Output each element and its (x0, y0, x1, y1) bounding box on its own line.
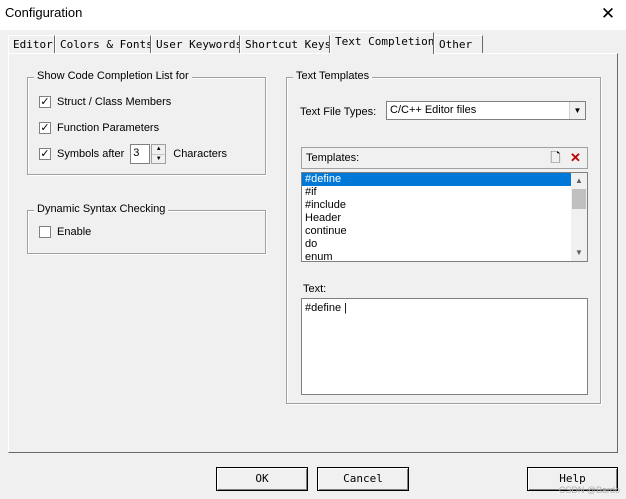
tab-strip: Editor Colors & Fonts User Keywords Shor… (8, 32, 618, 54)
list-item[interactable]: do (302, 238, 587, 251)
list-item[interactable]: Header (302, 212, 587, 225)
completion-group-legend: Show Code Completion List for (34, 70, 192, 82)
function-params-option[interactable]: ✓ Function Parameters (39, 122, 159, 134)
symbols-count-spinner[interactable]: ▲ ▼ (151, 144, 167, 164)
symbols-count-input[interactable]: 3 (130, 144, 151, 164)
ok-button[interactable]: OK (216, 467, 308, 491)
enable-checkbox[interactable] (39, 226, 51, 238)
struct-members-checkbox[interactable]: ✓ (39, 96, 51, 108)
file-types-value: C/C++ Editor files (390, 104, 477, 116)
tab-colors-fonts[interactable]: Colors & Fonts (55, 35, 151, 54)
templates-list[interactable]: #define #if #include Header continue do … (301, 172, 588, 262)
function-params-checkbox[interactable]: ✓ (39, 122, 51, 134)
syntax-group-legend: Dynamic Syntax Checking (34, 203, 169, 215)
templates-label: Templates: (306, 152, 360, 164)
enable-option[interactable]: Enable (39, 226, 91, 238)
tab-text-completion[interactable]: Text Completion (330, 32, 434, 54)
new-template-icon[interactable]: 🗋 (546, 149, 565, 167)
list-item[interactable]: #if (302, 186, 587, 199)
list-item[interactable]: continue (302, 225, 587, 238)
tab-shortcut-keys[interactable]: Shortcut Keys (240, 35, 330, 54)
templates-scrollbar[interactable]: ▲ ▼ (571, 173, 587, 261)
chevron-down-icon[interactable]: ▼ (569, 102, 585, 119)
characters-label: Characters (173, 148, 228, 160)
title-bar: Configuration ✕ (0, 0, 626, 30)
text-label: Text: (303, 283, 327, 295)
templates-group: Text Templates Text File Types: C/C++ Ed… (286, 70, 601, 404)
scroll-up-icon[interactable]: ▲ (571, 173, 587, 189)
spin-down-icon[interactable]: ▼ (152, 155, 165, 164)
list-item[interactable]: enum (302, 251, 587, 261)
symbols-after-option[interactable]: ✓ Symbols after 3 ▲ ▼ Characters (39, 144, 227, 164)
file-types-select[interactable]: C/C++ Editor files ▼ (386, 101, 586, 120)
spin-up-icon[interactable]: ▲ (152, 145, 166, 155)
list-item[interactable]: #define (302, 173, 587, 186)
struct-members-label: Struct / Class Members (57, 96, 172, 108)
close-icon[interactable]: ✕ (598, 4, 618, 24)
cancel-button[interactable]: Cancel (317, 467, 409, 491)
tab-other[interactable]: Other (434, 35, 483, 54)
syntax-group: Dynamic Syntax Checking Enable (27, 203, 266, 254)
delete-template-icon[interactable]: ✕ (566, 149, 585, 167)
scroll-down-icon[interactable]: ▼ (571, 245, 587, 261)
function-params-label: Function Parameters (57, 122, 160, 134)
tab-user-keywords[interactable]: User Keywords (151, 35, 240, 54)
struct-members-option[interactable]: ✓ Struct / Class Members (39, 96, 171, 108)
symbols-after-label: Symbols after (57, 148, 125, 160)
watermark: CSDN @Bardo (558, 485, 620, 495)
enable-label: Enable (57, 226, 92, 238)
scroll-thumb[interactable] (572, 189, 586, 209)
template-text-area[interactable]: #define | (301, 298, 588, 395)
file-types-label: Text File Types: (300, 106, 377, 118)
completion-group: Show Code Completion List for ✓ Struct /… (27, 70, 266, 175)
list-item[interactable]: #include (302, 199, 587, 212)
tab-editor[interactable]: Editor (8, 35, 55, 54)
symbols-after-checkbox[interactable]: ✓ (39, 148, 51, 160)
templates-group-legend: Text Templates (293, 70, 373, 82)
templates-header: Templates: 🗋 ✕ (301, 147, 588, 169)
window-title: Configuration (5, 5, 83, 20)
